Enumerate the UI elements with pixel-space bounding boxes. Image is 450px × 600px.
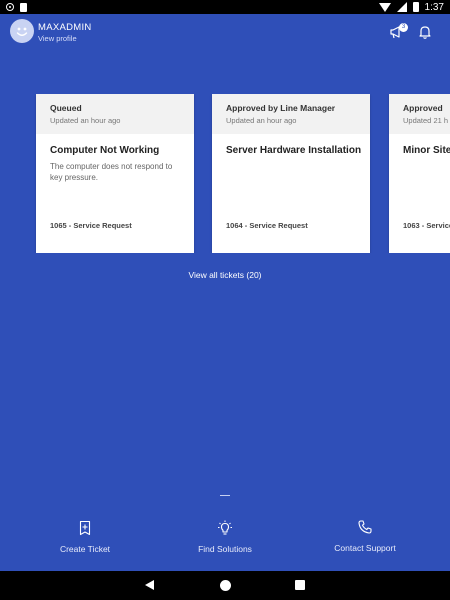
app-header: MAXADMIN View profile 3 [0,14,450,54]
smiley-avatar-icon [16,27,28,36]
create-ticket-button[interactable]: Create Ticket [10,520,160,554]
ticket-updated: Updated an hour ago [50,116,121,125]
ticket-updated: Updated 21 h [403,116,449,125]
contact-support-button[interactable]: Contact Support [290,519,440,553]
ticket-card[interactable]: Approved Updated 21 h Minor Site I 1063 … [389,94,450,253]
signal-icon [396,2,407,12]
clock: 1:37 [424,1,444,13]
ticket-updated: Updated an hour ago [226,116,297,125]
notification-badge: 3 [399,23,408,32]
find-solutions-label: Find Solutions [198,544,252,554]
ticket-status: Approved [403,103,443,113]
drag-handle[interactable] [220,495,230,496]
ticket-card-header: Approved Updated 21 h [389,94,450,134]
contact-support-label: Contact Support [334,543,396,553]
ticket-id-type: 1065 - Service Request [50,221,132,230]
battery-icon [412,2,419,12]
home-icon[interactable] [220,580,231,591]
sd-card-icon [20,2,27,12]
ticket-description: The computer does not respond to key pre… [50,162,173,182]
wifi-icon [378,2,391,12]
create-ticket-icon [79,520,91,536]
sync-icon [6,3,14,11]
phone-icon [358,520,372,534]
recent-apps-icon[interactable] [295,580,305,590]
ticket-card[interactable]: Approved by Line Manager Updated an hour… [212,94,370,253]
find-solutions-button[interactable]: Find Solutions [150,520,300,554]
view-all-tickets-link[interactable]: View all tickets (20) [0,270,450,280]
view-profile-link[interactable]: View profile [38,34,77,43]
user-name[interactable]: MAXADMIN [38,22,92,33]
ticket-title: Computer Not Working [50,145,160,156]
ticket-id-type: 1063 - Service [403,221,450,230]
create-ticket-label: Create Ticket [59,544,111,554]
back-icon[interactable] [145,580,154,590]
lightbulb-icon [218,520,232,535]
ticket-card-header: Approved by Line Manager Updated an hour… [212,94,370,134]
ticket-title: Minor Site I [403,145,450,156]
ticket-status: Approved by Line Manager [226,103,336,113]
ticket-id-type: 1064 - Service Request [226,221,308,230]
ticket-card[interactable]: Queued Updated an hour ago Computer Not … [36,94,194,253]
system-nav-bar [0,571,450,600]
ticket-title: Server Hardware Installation [226,145,362,156]
ticket-status: Queued [50,103,82,113]
ticket-card-header: Queued Updated an hour ago [36,94,194,134]
avatar[interactable] [10,19,34,43]
status-bar: 1:37 [0,0,450,14]
bell-icon[interactable] [417,24,433,40]
ticket-carousel[interactable]: Queued Updated an hour ago Computer Not … [0,94,450,253]
